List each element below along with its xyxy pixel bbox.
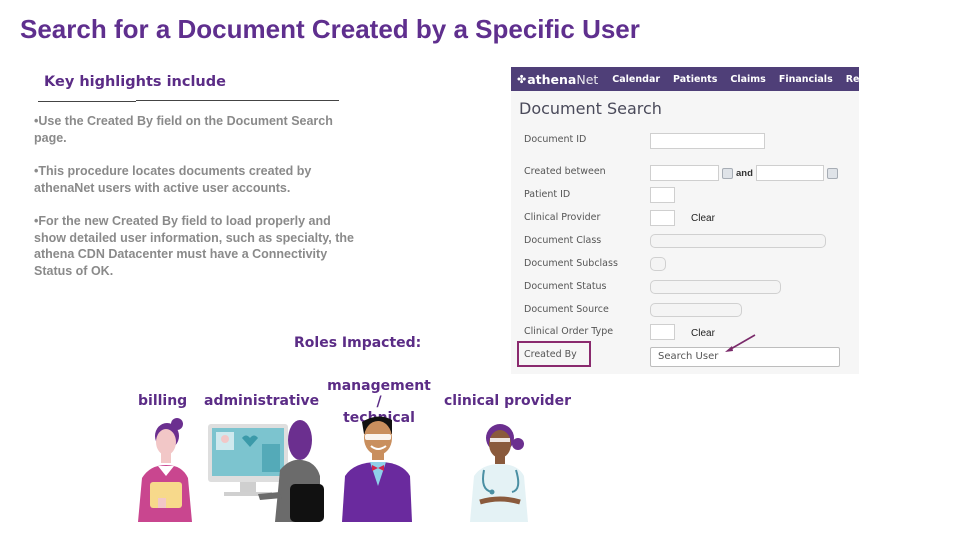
document-status-select[interactable] — [650, 280, 781, 294]
document-source-select[interactable] — [650, 303, 742, 317]
document-class-select[interactable] — [650, 234, 826, 248]
nav-patients[interactable]: Patients — [673, 74, 717, 85]
divider — [38, 101, 136, 102]
app-nav-bar: ✤ athena Net Calendar Patients Claims Fin… — [511, 67, 859, 91]
bullet-item: •Use the Created By field on the Documen… — [34, 114, 333, 145]
bullet-item: •For the new Created By field to load pr… — [34, 214, 354, 278]
divider — [136, 100, 339, 101]
athenanet-logo[interactable]: ✤ athena Net — [517, 72, 598, 87]
clinical-provider-label: Clinical Provider — [524, 212, 601, 223]
document-subclass-select[interactable] — [650, 257, 666, 271]
nav-reports[interactable]: Reports — [846, 74, 859, 85]
role-label-billing: billing — [138, 393, 188, 409]
calendar-icon[interactable] — [827, 168, 838, 179]
nav-calendar[interactable]: Calendar — [612, 74, 660, 85]
document-id-input[interactable] — [650, 133, 765, 149]
clinical-provider-input[interactable] — [650, 210, 675, 226]
created-by-label: Created By — [524, 349, 577, 360]
document-id-label: Document ID — [524, 134, 587, 145]
slide-title: Search for a Document Created by a Speci… — [20, 14, 640, 44]
patient-id-input[interactable] — [650, 187, 675, 203]
billing-person-icon — [138, 418, 192, 522]
page-title: Document Search — [519, 99, 662, 118]
clinical-order-type-input[interactable] — [650, 324, 675, 340]
document-class-label: Document Class — [524, 235, 602, 246]
highlights-heading: Key highlights include — [44, 74, 226, 90]
pointer-arrow-icon — [725, 334, 756, 352]
created-between-label: Created between — [524, 166, 606, 177]
management-person-icon — [342, 416, 412, 522]
calendar-icon[interactable] — [722, 168, 733, 179]
clinical-order-type-clear-button[interactable]: Clear — [691, 328, 715, 339]
created-from-input[interactable] — [650, 165, 719, 181]
bullet-list: •Use the Created By field on the Documen… — [34, 113, 364, 296]
clinical-order-type-label: Clinical Order Type — [524, 326, 614, 337]
patient-id-label: Patient ID — [524, 189, 571, 200]
roles-illustration — [138, 416, 528, 522]
role-label-clinical-provider: clinical provider — [444, 393, 571, 409]
clinical-provider-clear-button[interactable]: Clear — [691, 213, 715, 224]
clinical-provider-icon — [470, 424, 528, 522]
role-label-administrative: administrative — [204, 393, 320, 409]
and-label: and — [736, 168, 753, 179]
document-search-screenshot: ✤ athena Net Calendar Patients Claims Fin… — [511, 67, 859, 374]
athena-leaf-icon: ✤ — [517, 72, 527, 86]
document-status-label: Document Status — [524, 281, 607, 292]
roles-heading: Roles Impacted: — [294, 335, 422, 351]
created-to-input[interactable] — [756, 165, 824, 181]
nav-claims[interactable]: Claims — [730, 74, 765, 85]
bullet-item: •This procedure locates documents create… — [34, 164, 312, 195]
administrative-person-icon — [208, 420, 324, 522]
nav-financials[interactable]: Financials — [779, 74, 833, 85]
document-subclass-label: Document Subclass — [524, 258, 618, 269]
document-source-label: Document Source — [524, 304, 609, 315]
